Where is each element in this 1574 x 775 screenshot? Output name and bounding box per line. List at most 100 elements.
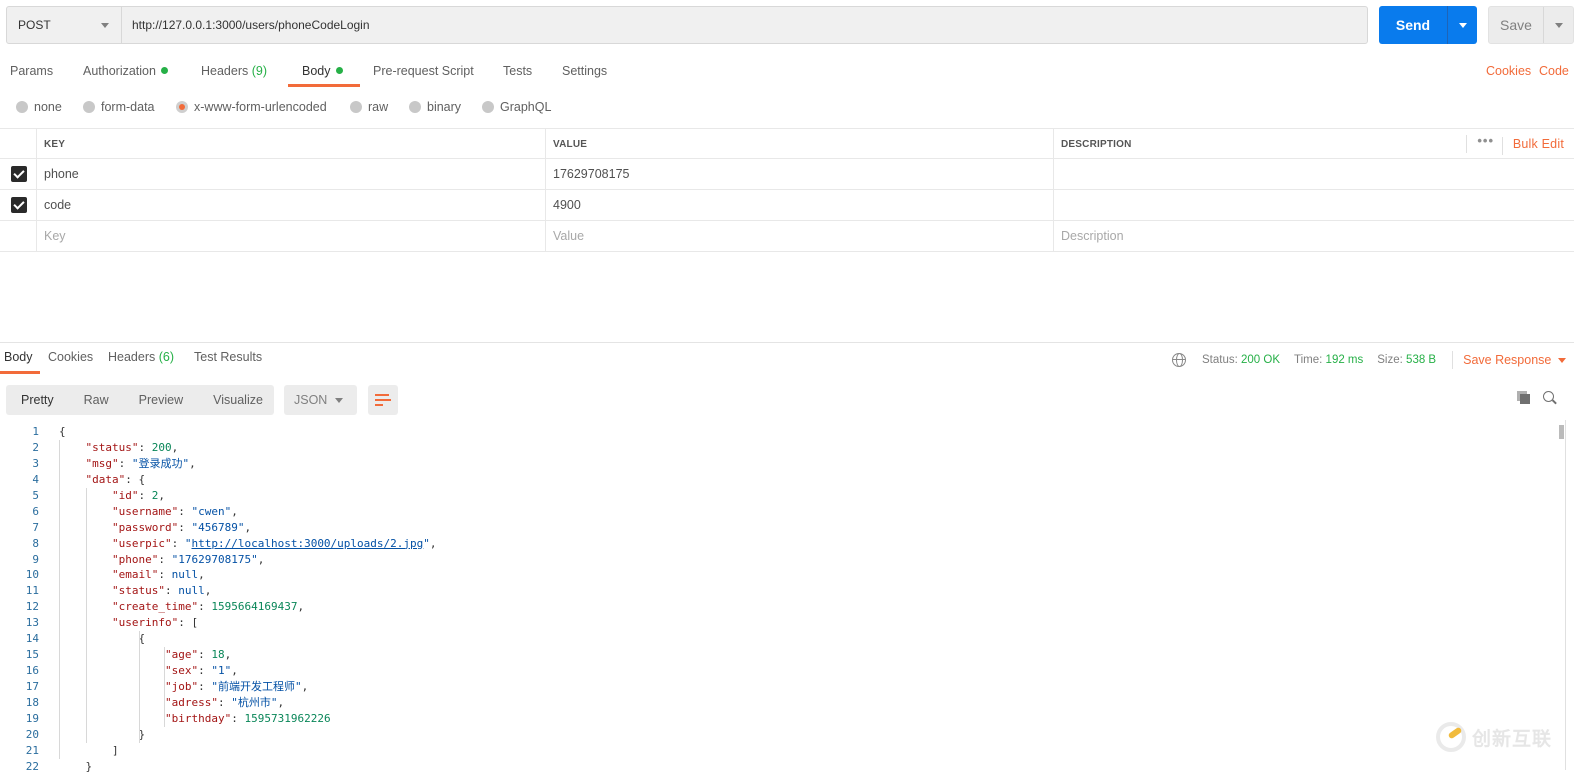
code-text: "job": "前端开发工程师", — [165, 679, 308, 695]
save-response-button[interactable]: Save Response — [1463, 353, 1567, 367]
value-input-placeholder[interactable]: Value — [545, 221, 1053, 251]
json-punct: : — [164, 584, 179, 598]
radio-form-data[interactable]: form-data — [83, 100, 155, 114]
scrollbar-track[interactable] — [1565, 420, 1566, 770]
code-text: "userpic": "http://localhost:3000/upload… — [112, 536, 437, 552]
method-label: POST — [18, 18, 51, 32]
save-button-group: Save — [1488, 6, 1574, 44]
code-text: "email": null, — [112, 567, 205, 583]
format-preview[interactable]: Preview — [124, 393, 198, 407]
tab-body[interactable]: Body — [302, 64, 343, 78]
code-text: "status": null, — [112, 583, 211, 599]
json-value: null — [178, 584, 205, 598]
params-table: KEY VALUE DESCRIPTION ••• Bulk Edit phon… — [0, 128, 1574, 252]
key-input-placeholder[interactable]: Key — [36, 221, 545, 251]
code-line: 13 "userinfo": [ — [0, 615, 1574, 631]
format-pretty[interactable]: Pretty — [6, 393, 69, 407]
radio-selected-icon — [176, 101, 188, 113]
line-number: 13 — [25, 616, 39, 630]
response-divider[interactable] — [0, 342, 1574, 343]
line-number: 17 — [25, 680, 39, 693]
json-value: "456789" — [191, 520, 245, 534]
method-select[interactable]: POST — [7, 7, 122, 43]
json-punct: : — [158, 568, 172, 582]
code-line: 17 "job": "前端开发工程师", — [0, 679, 1574, 695]
column-header-key: KEY — [36, 129, 545, 159]
wrap-lines-button[interactable] — [368, 385, 398, 415]
checkbox-column-header — [0, 129, 37, 159]
row-checkbox[interactable] — [10, 197, 27, 213]
description-input[interactable] — [1053, 190, 1574, 220]
code-line: 22} — [0, 759, 1574, 775]
send-button[interactable]: Send — [1379, 6, 1448, 44]
response-code-viewer[interactable]: 1{2 "status": 200, 3 "msg": "登录成功", 4 "data":… — [0, 424, 1574, 773]
json-link[interactable]: http://localhost:3000/uploads/2.jpg — [191, 537, 423, 550]
key-input[interactable]: phone — [36, 159, 545, 189]
response-tab-body[interactable]: Body — [4, 350, 33, 364]
globe-icon[interactable] — [1172, 353, 1186, 367]
tab-label: Headers — [108, 350, 156, 364]
format-visualize[interactable]: Visualize — [198, 393, 278, 407]
wrap-lines-icon — [375, 394, 391, 406]
code-line: 11 "status": null, — [0, 583, 1574, 599]
tab-pre-request-script[interactable]: Pre-request Script — [373, 64, 474, 78]
line-number: 16 — [25, 664, 39, 678]
tab-tests[interactable]: Tests — [503, 64, 532, 78]
line-number: 20 — [25, 727, 39, 741]
description-input-placeholder[interactable]: Description — [1053, 221, 1574, 251]
response-tab-test-results[interactable]: Test Results — [194, 350, 262, 364]
json-punct: : — [178, 504, 192, 518]
tab-count: (6) — [158, 350, 175, 364]
search-icon[interactable] — [1543, 391, 1554, 402]
language-select[interactable]: JSON — [284, 385, 357, 415]
json-punct: , — [301, 680, 309, 693]
tab-authorization[interactable]: Authorization — [83, 64, 168, 78]
column-header-description-label: DESCRIPTION — [1061, 138, 1132, 150]
more-options-icon[interactable]: ••• — [1466, 134, 1494, 153]
response-tab-cookies[interactable]: Cookies — [48, 350, 93, 364]
code-line: 7 "password": "456789", — [0, 520, 1574, 536]
json-punct: : [ — [178, 616, 199, 630]
radio-x-www-form-urlencoded[interactable]: x-www-form-urlencoded — [176, 100, 327, 114]
copy-icon[interactable] — [1517, 391, 1530, 404]
response-tab-headers[interactable]: Headers (6) — [108, 350, 174, 364]
json-punct: , — [257, 552, 265, 566]
radio-circle-icon — [482, 101, 494, 113]
chevron-down-icon — [1558, 357, 1567, 363]
row-checkbox[interactable] — [10, 166, 27, 182]
request-url-bar: POST http://127.0.0.1:3000/users/phoneCo… — [6, 6, 1368, 44]
code-text: "data": { — [86, 472, 146, 488]
url-input[interactable]: http://127.0.0.1:3000/users/phoneCodeLog… — [122, 7, 1367, 43]
json-key: "job" — [165, 680, 199, 693]
tab-settings[interactable]: Settings — [562, 64, 607, 78]
save-dropdown-button[interactable] — [1544, 7, 1573, 43]
bulk-edit-link[interactable]: Bulk Edit — [1501, 137, 1564, 155]
radio-circle-icon — [16, 101, 28, 113]
code-line: 9 "phone": "17629708175", — [0, 552, 1574, 568]
format-raw[interactable]: Raw — [69, 393, 124, 407]
tab-headers[interactable]: Headers (9) — [201, 64, 267, 78]
value-input[interactable]: 17629708175 — [545, 159, 1053, 189]
code-line: 5 "id": 2, — [0, 488, 1574, 504]
code-line: 3 "msg": "登录成功", — [0, 456, 1574, 472]
json-key: "status" — [112, 584, 165, 598]
radio-raw[interactable]: raw — [350, 100, 388, 114]
radio-none[interactable]: none — [16, 100, 62, 114]
description-input[interactable] — [1053, 159, 1574, 189]
key-input[interactable]: code — [36, 190, 545, 220]
json-key: "birthday" — [165, 711, 232, 725]
code-line: 12 "create_time": 1595664169437, — [0, 599, 1574, 615]
send-dropdown-button[interactable] — [1448, 6, 1477, 44]
value-input[interactable]: 4900 — [545, 190, 1053, 220]
json-value: "17629708175" — [171, 552, 258, 566]
radio-label: form-data — [101, 100, 155, 114]
cookies-link[interactable]: Cookies — [1486, 64, 1531, 78]
code-line: 6 "username": "cwen", — [0, 504, 1574, 520]
tab-params[interactable]: Params — [10, 64, 53, 78]
code-link[interactable]: Code — [1539, 64, 1569, 78]
code-line: 1{ — [0, 424, 1574, 440]
radio-binary[interactable]: binary — [409, 100, 461, 114]
save-button[interactable]: Save — [1489, 7, 1544, 43]
scrollbar-thumb[interactable] — [1559, 425, 1564, 439]
radio-graphql[interactable]: GraphQL — [482, 100, 551, 114]
